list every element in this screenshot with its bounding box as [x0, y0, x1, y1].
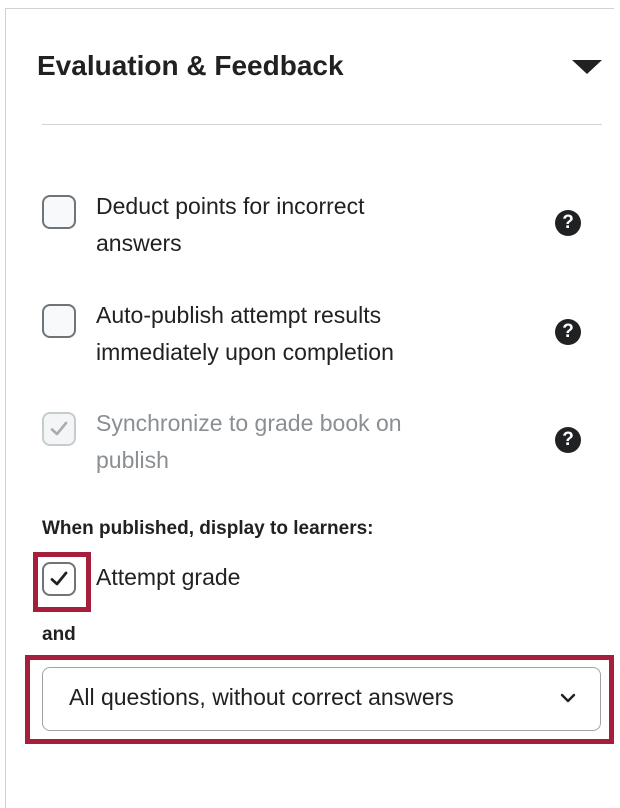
help-circle-icon[interactable]: ?	[555, 210, 581, 236]
deduct-points-checkbox[interactable]	[42, 195, 76, 229]
sync-gradebook-label-line1: Synchronize to grade book on	[96, 410, 402, 436]
help-circle-icon[interactable]: ?	[555, 319, 581, 345]
attempt-grade-checkbox[interactable]	[42, 562, 76, 596]
sync-gradebook-checkbox	[42, 412, 76, 446]
checkmark-icon	[50, 421, 68, 436]
and-label: and	[42, 624, 76, 645]
deduct-points-label-line2: answers	[96, 230, 182, 256]
display-to-learners-heading: When published, display to learners:	[42, 518, 374, 539]
questions-display-select[interactable]: All questions, without correct answers	[42, 667, 601, 731]
deduct-points-label-line1: Deduct points for incorrect	[96, 193, 365, 219]
chevron-down-icon	[560, 693, 576, 703]
auto-publish-label-line1: Auto-publish attempt results	[96, 302, 382, 328]
help-circle-icon[interactable]: ?	[555, 427, 581, 453]
auto-publish-checkbox[interactable]	[42, 304, 76, 338]
section-header[interactable]: Evaluation & Feedback	[37, 50, 602, 90]
section-divider	[42, 124, 602, 125]
sync-gradebook-label-line2: publish	[96, 447, 169, 473]
auto-publish-label-line2: immediately upon completion	[96, 339, 394, 365]
questions-select-value: All questions, without correct answers	[69, 684, 454, 710]
section-title: Evaluation & Feedback	[37, 50, 344, 81]
checkmark-icon	[50, 571, 68, 586]
caret-down-icon[interactable]	[572, 60, 602, 74]
attempt-grade-label: Attempt grade	[96, 564, 241, 590]
